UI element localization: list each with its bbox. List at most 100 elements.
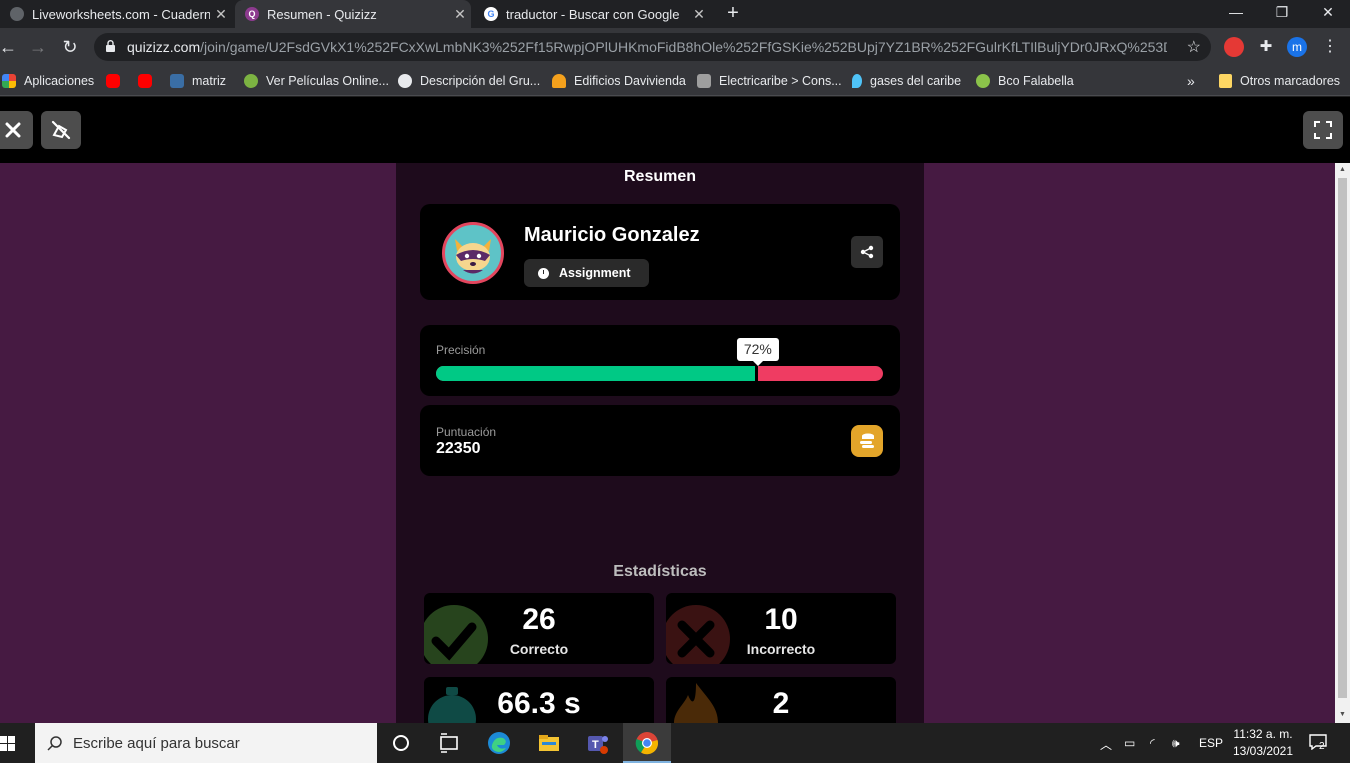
teams-icon[interactable]: T — [586, 731, 610, 755]
lock-icon — [106, 40, 115, 52]
precision-card: Precisión 72% — [420, 325, 900, 396]
no-music-icon — [51, 120, 71, 140]
reload-icon[interactable]: ↻ — [58, 35, 82, 59]
bookmark-davivienda[interactable]: Edificios Davivienda — [552, 72, 686, 90]
windows-start-icon[interactable] — [0, 736, 16, 752]
menu-dots-icon[interactable]: ⋮ — [1318, 35, 1342, 59]
youtube-icon — [106, 74, 120, 88]
close-tab-icon[interactable]: ✕ — [210, 6, 232, 23]
close-quiz-button[interactable] — [0, 111, 33, 149]
fullscreen-icon — [1314, 121, 1332, 139]
score-value: 22350 — [436, 440, 481, 457]
battery-icon[interactable]: ▭ — [1124, 736, 1135, 750]
mode-badge: Assignment — [524, 259, 649, 287]
scroll-up-icon[interactable]: ▲ — [1338, 165, 1347, 175]
address-bar[interactable]: quizizz.com/join/game/U2FsdGVkX1%252FCxX… — [94, 33, 1211, 61]
close-tab-icon[interactable]: ✕ — [449, 6, 471, 23]
forward-arrow-icon[interactable]: → — [26, 35, 50, 59]
new-tab-button[interactable]: + — [722, 1, 744, 25]
folder-icon — [1219, 74, 1232, 88]
minimize-button[interactable]: — — [1213, 0, 1259, 26]
globe-icon — [398, 74, 412, 88]
correct-label: Correcto — [509, 641, 569, 657]
url-text: quizizz.com/join/game/U2FsdGVkX1%252FCxX… — [127, 39, 1167, 55]
chrome-taskbar-button[interactable] — [623, 723, 671, 763]
file-explorer-icon[interactable] — [537, 731, 561, 755]
bookmarks-bar: Aplicaciones matriz Ver Películas Online… — [0, 66, 1350, 96]
fullscreen-button[interactable] — [1303, 111, 1343, 149]
score-card: Puntuación 22350 — [420, 405, 900, 476]
theme-toggle-button[interactable] — [41, 111, 81, 149]
scrollbar-thumb[interactable] — [1338, 178, 1347, 698]
extension-icon[interactable] — [1224, 37, 1244, 57]
close-icon — [5, 122, 21, 138]
bookmark-star-icon[interactable]: ☆ — [1187, 37, 1201, 57]
search-icon — [47, 736, 62, 751]
precision-bar-correct — [436, 366, 758, 381]
precision-value: 72% — [736, 338, 779, 366]
bookmark-gases[interactable]: gases del caribe — [852, 72, 961, 90]
streak-value: 2 — [772, 687, 790, 720]
volume-icon[interactable]: 🕪 — [1172, 736, 1180, 751]
tab-quizizz[interactable]: Q Resumen - Quizizz ✕ — [235, 0, 471, 28]
close-tab-icon[interactable]: ✕ — [688, 6, 710, 23]
other-bookmarks[interactable]: Otros marcadores — [1219, 72, 1340, 90]
notifications-button[interactable]: 2 — [1309, 734, 1329, 752]
bookmark-electricaribe[interactable]: Electricaribe > Cons... — [697, 72, 842, 90]
back-arrow-icon[interactable]: ← — [0, 35, 20, 59]
svg-text:T: T — [592, 739, 599, 751]
play-icon — [244, 74, 258, 88]
browser-toolbar: ← → ↻ quizizz.com/join/game/U2FsdGVkX1%2… — [0, 28, 1350, 66]
quiz-summary-page: Resumen Mauricio Gonzalez Assignment Pre… — [0, 163, 1335, 723]
player-card: Mauricio Gonzalez Assignment — [420, 204, 900, 300]
bank-icon — [976, 74, 990, 88]
bookmark-youtube-2[interactable] — [138, 72, 160, 90]
restore-button[interactable]: ❐ — [1259, 0, 1305, 26]
tab-liveworksheets[interactable]: Liveworksheets.com - Cuadernos ✕ — [0, 0, 232, 28]
stat-correct: 26 Correcto — [424, 593, 654, 664]
precision-label: Precisión — [436, 343, 486, 357]
share-icon — [860, 245, 874, 259]
avatar — [442, 222, 504, 284]
globe-icon — [10, 7, 24, 21]
tab-google-translate[interactable]: G traductor - Buscar con Google ✕ — [474, 0, 710, 28]
browser-tab-strip: Liveworksheets.com - Cuadernos ✕ Q Resum… — [0, 0, 1350, 28]
raccoon-avatar-icon — [455, 239, 491, 274]
edge-icon[interactable] — [487, 731, 511, 755]
cortana-icon[interactable] — [389, 731, 413, 755]
bookmark-matriz[interactable]: matriz — [170, 72, 226, 90]
flame-icon — [852, 74, 862, 88]
taskbar-clock[interactable]: 11:32 a. m. 13/03/2021 — [1231, 726, 1295, 760]
incorrect-label: Incorrecto — [746, 641, 816, 657]
building-icon — [697, 74, 711, 88]
page-scrollbar[interactable]: ▲ ▼ — [1335, 163, 1350, 723]
close-window-button[interactable]: ✕ — [1305, 0, 1350, 26]
windows-taskbar: Escribe aquí para buscar T ︿ ▭ ◜ 🕪 ESP 1… — [0, 723, 1350, 763]
matrix-icon — [170, 74, 184, 88]
tab-title: Liveworksheets.com - Cuadernos — [32, 6, 210, 22]
share-button[interactable] — [851, 236, 883, 268]
bookmarks-overflow[interactable]: » — [1187, 72, 1195, 90]
bookmark-youtube-1[interactable] — [106, 72, 128, 90]
correct-count: 26 — [522, 603, 556, 636]
tray-chevron-icon[interactable]: ︿ — [1100, 736, 1112, 753]
task-view-icon[interactable] — [437, 731, 461, 755]
puzzle-extensions-icon[interactable]: ✚ — [1256, 37, 1276, 57]
bookmark-falabella[interactable]: Bco Falabella — [976, 72, 1074, 90]
stats-heading: Estadísticas — [613, 563, 707, 580]
player-name: Mauricio Gonzalez — [524, 224, 700, 246]
bookmark-descripcion[interactable]: Descripción del Gru... — [398, 72, 540, 90]
language-indicator[interactable]: ESP — [1199, 736, 1223, 750]
wifi-icon[interactable]: ◜ — [1150, 736, 1155, 750]
profile-avatar[interactable]: m — [1287, 37, 1307, 57]
stat-time: 66.3 s — [424, 677, 654, 723]
bookmark-apps[interactable]: Aplicaciones — [2, 72, 94, 90]
bookmark-peliculas[interactable]: Ver Películas Online... — [244, 72, 389, 90]
taskbar-search-input[interactable]: Escribe aquí para buscar — [35, 723, 377, 763]
stat-incorrect: 10 Incorrecto — [666, 593, 896, 664]
quiz-header — [0, 97, 1350, 163]
scroll-down-icon[interactable]: ▼ — [1338, 710, 1347, 720]
coins-badge — [851, 425, 883, 457]
precision-bar — [436, 366, 883, 381]
quizizz-logo-icon: Q — [245, 7, 259, 21]
